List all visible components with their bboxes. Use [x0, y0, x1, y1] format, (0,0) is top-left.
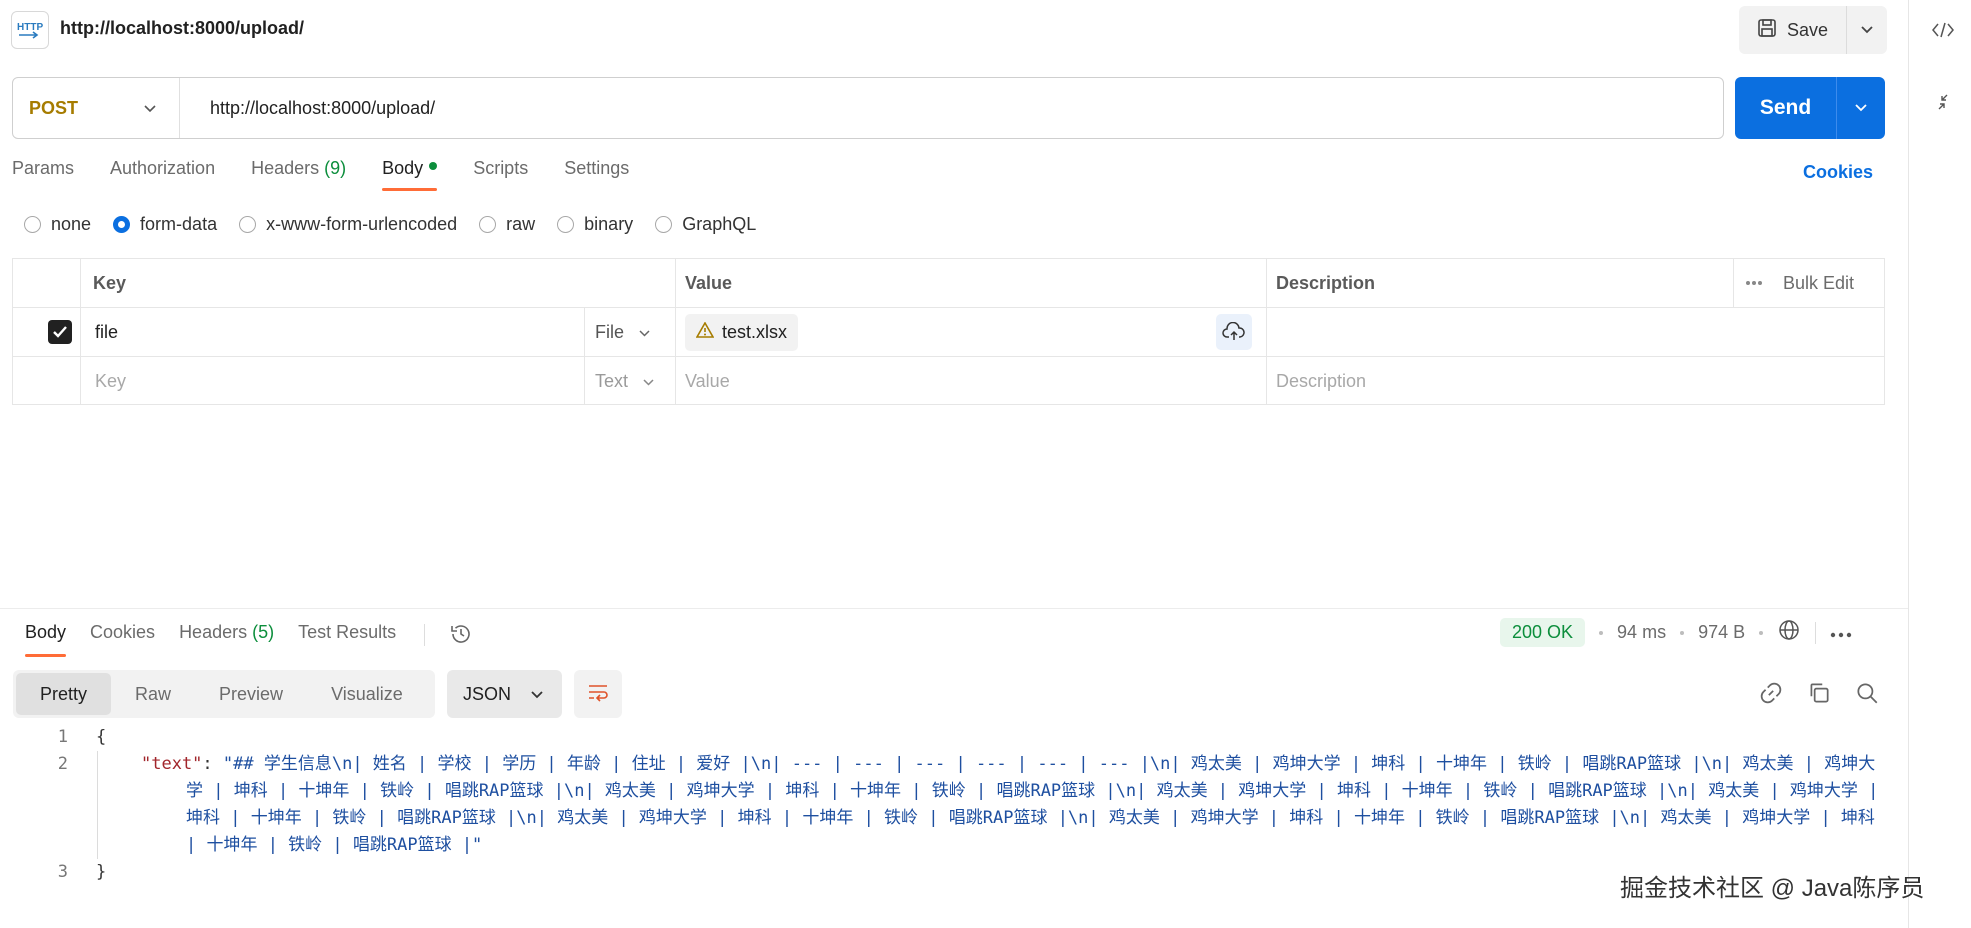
chevron-down-icon	[638, 322, 651, 343]
radio-x-www-form-urlencoded[interactable]: x-www-form-urlencoded	[239, 214, 457, 235]
value-header: Value	[685, 272, 733, 293]
send-button[interactable]: Send	[1735, 77, 1837, 139]
json-string: "## 学生信息\n| 姓名 | 学校 | 学历 | 年龄 | 住址 | 爱好 …	[186, 754, 1879, 855]
resp-tab-test-results[interactable]: Test Results	[298, 622, 396, 657]
code-icon[interactable]	[1931, 18, 1955, 42]
form-data-table: Key Value Description Bulk Edit file Fil…	[12, 258, 1885, 405]
type-select[interactable]: File	[595, 308, 651, 356]
request-title: http://localhost:8000/upload/	[60, 18, 305, 38]
view-raw-button[interactable]: Raw	[111, 673, 195, 715]
watermark: 掘金技术社区 @ Java陈序员	[1620, 875, 1925, 902]
status-badge[interactable]: 200 OK	[1500, 618, 1586, 647]
table-row: file File test.xlsx	[13, 308, 1884, 357]
tab-scripts[interactable]: Scripts	[473, 158, 528, 191]
divider	[424, 624, 426, 646]
warning-icon	[695, 320, 715, 343]
chevron-down-icon	[1854, 100, 1868, 117]
description-header: Description	[1276, 272, 1376, 293]
view-preview-button[interactable]: Preview	[195, 673, 307, 715]
tab-headers[interactable]: Headers (9)	[251, 158, 346, 191]
tab-params[interactable]: Params	[12, 158, 74, 191]
save-icon	[1757, 18, 1777, 43]
response-tabs: Body Cookies Headers (5) Test Results	[25, 622, 473, 657]
send-dropdown-button[interactable]	[1837, 77, 1885, 139]
save-dropdown-button[interactable]	[1847, 6, 1887, 54]
response-divider	[0, 608, 1908, 609]
line-number: 1	[57, 727, 68, 747]
resp-tab-body[interactable]: Body	[25, 622, 67, 657]
chevron-down-icon	[642, 371, 655, 392]
method-select[interactable]: POST	[13, 78, 180, 138]
radio-raw[interactable]: raw	[479, 214, 535, 235]
tab-authorization[interactable]: Authorization	[110, 158, 215, 191]
cloud-upload-icon	[1216, 314, 1252, 350]
bulk-edit-button[interactable]: Bulk Edit	[1783, 259, 1854, 307]
key-header: Key	[93, 272, 127, 293]
save-button[interactable]: Save	[1739, 6, 1847, 54]
save-group: Save	[1739, 6, 1887, 54]
line-number: 3	[57, 862, 68, 882]
resp-tab-headers[interactable]: Headers (5)	[179, 622, 274, 657]
more-icon[interactable]	[1745, 259, 1763, 307]
view-pretty-button[interactable]: Pretty	[16, 673, 112, 715]
file-chip[interactable]: test.xlsx	[685, 313, 799, 351]
headers-count: (9)	[324, 158, 347, 178]
value-field[interactable]: test.xlsx	[685, 308, 799, 356]
value-field[interactable]: Value	[685, 357, 730, 406]
response-time[interactable]: 94 ms	[1617, 622, 1666, 643]
checkmark-icon	[48, 320, 72, 344]
wrap-lines-button[interactable]	[574, 670, 622, 718]
history-icon[interactable]	[449, 622, 473, 651]
http-icon: HTTP	[11, 11, 49, 49]
request-tabs: Params Authorization Headers (9) Body Sc…	[12, 158, 629, 191]
tab-body[interactable]: Body	[382, 158, 438, 191]
collapse-icon[interactable]	[1931, 90, 1955, 114]
url-bar: POST http://localhost:8000/upload/	[12, 77, 1724, 139]
response-size[interactable]: 974 B	[1698, 622, 1745, 643]
radio-form-data[interactable]: form-data	[113, 214, 217, 235]
radio-graphql[interactable]: GraphQL	[655, 214, 756, 235]
method-label: POST	[29, 97, 79, 118]
description-field[interactable]: Description	[1276, 357, 1366, 406]
svg-text:HTTP: HTTP	[17, 22, 43, 33]
body-type-radios: none form-data x-www-form-urlencoded raw…	[24, 214, 756, 235]
table-row: Key Text Value Description	[13, 357, 1884, 406]
json-key: "text"	[141, 754, 203, 774]
radio-binary[interactable]: binary	[557, 214, 633, 235]
row-checkbox[interactable]	[48, 308, 72, 356]
view-mode-group: Pretty Raw Preview Visualize	[13, 670, 435, 718]
key-field[interactable]: Key	[95, 357, 126, 406]
search-icon[interactable]	[1854, 680, 1880, 710]
resp-tab-cookies[interactable]: Cookies	[90, 622, 155, 657]
key-field[interactable]: file	[95, 308, 118, 356]
code-open-brace: {	[96, 727, 107, 747]
view-visualize-button[interactable]: Visualize	[307, 673, 427, 715]
chevron-down-icon	[1860, 22, 1874, 39]
wrap-icon	[586, 682, 610, 706]
chevron-down-icon	[530, 684, 544, 705]
body-indicator-dot	[429, 162, 438, 171]
url-input[interactable]: http://localhost:8000/upload/	[180, 98, 435, 119]
more-icon[interactable]	[1830, 622, 1852, 643]
cookies-link[interactable]: Cookies	[1803, 162, 1873, 183]
send-group: Send	[1735, 77, 1885, 139]
type-select[interactable]: Text	[595, 357, 655, 406]
copy-icon[interactable]	[1806, 680, 1832, 710]
right-sidebar	[1908, 0, 1971, 928]
response-meta: 200 OK 94 ms 974 B	[1500, 618, 1852, 647]
format-select[interactable]: JSON	[447, 670, 562, 718]
resp-headers-count: (5)	[252, 622, 275, 642]
code-line: "text": "## 学生信息\n| 姓名 | 学校 | 学历 | 年龄 | …	[141, 754, 1879, 855]
upload-file-button[interactable]	[1216, 308, 1252, 356]
chevron-down-icon	[143, 98, 157, 119]
globe-icon[interactable]	[1777, 618, 1801, 647]
save-label: Save	[1786, 19, 1829, 40]
code-close-brace: }	[96, 862, 107, 882]
response-tools	[1758, 680, 1880, 710]
table-header-row: Key Value Description Bulk Edit	[13, 259, 1884, 308]
link-icon[interactable]	[1758, 680, 1784, 710]
line-number: 2	[57, 754, 68, 774]
radio-none[interactable]: none	[24, 214, 91, 235]
tab-settings[interactable]: Settings	[564, 158, 629, 191]
